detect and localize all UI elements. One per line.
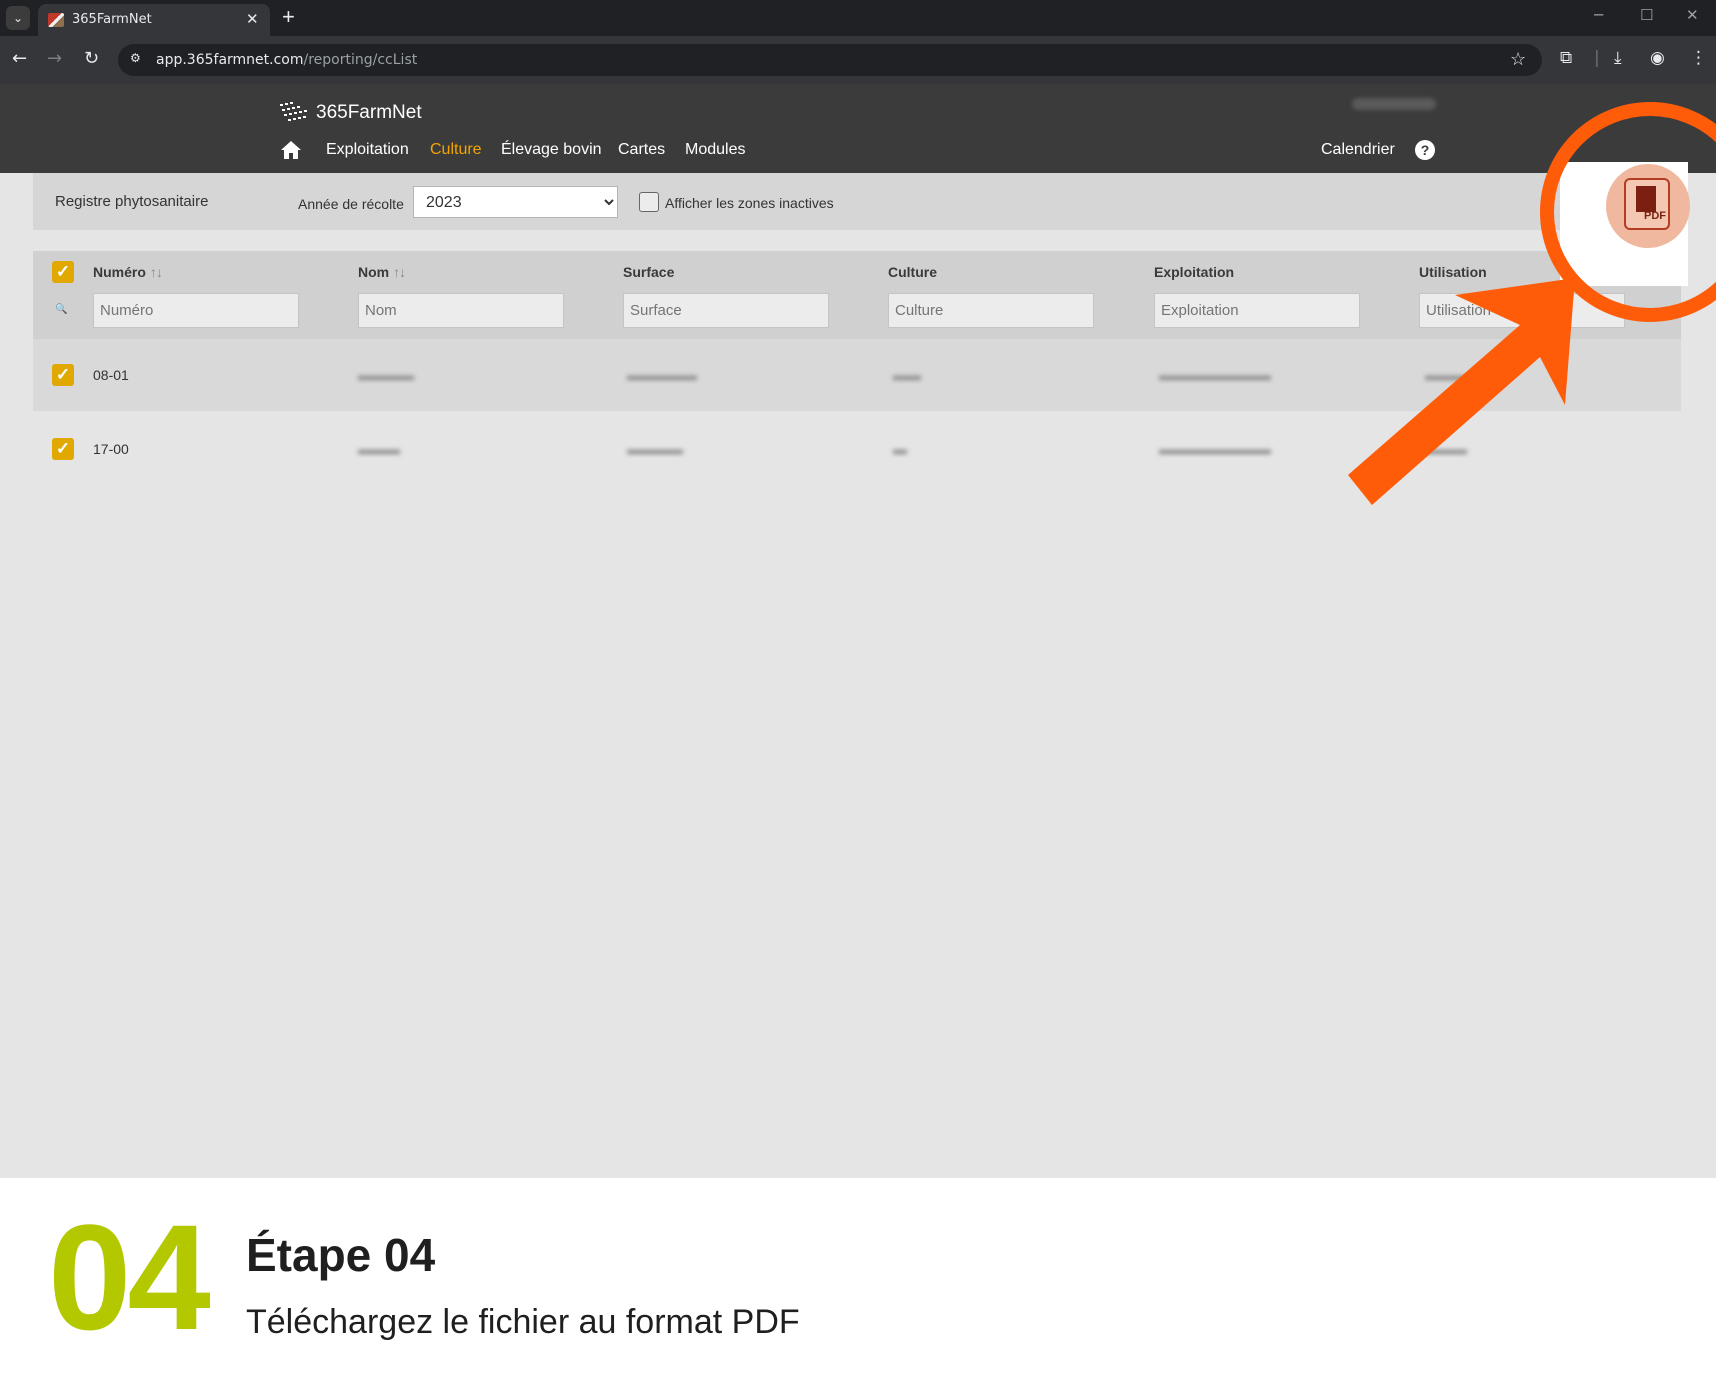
browser-toolbar: ← → ↻ ⚙ app.365farmnet.com/reporting/ccL… <box>0 36 1716 84</box>
user-name[interactable] <box>1352 98 1436 110</box>
browser-tab[interactable]: 365FarmNet ✕ <box>38 4 270 36</box>
sort-icon[interactable]: ↑↓ <box>393 264 406 280</box>
window-close-icon[interactable]: ✕ <box>1686 6 1699 24</box>
callout-arrow-icon <box>1348 278 1575 505</box>
star-icon[interactable]: ☆ <box>1510 49 1526 70</box>
favicon-icon <box>48 13 64 27</box>
tab-dropdown-icon[interactable]: ⌄ <box>6 6 30 30</box>
filter-bar: Registre phytosanitaire Année de récolte… <box>33 173 1681 230</box>
nav-culture[interactable]: Culture <box>430 141 482 159</box>
step-subtitle: Téléchargez le fichier au format PDF <box>246 1303 800 1341</box>
download-icon[interactable]: ⤓ <box>1614 48 1622 68</box>
address-bar[interactable]: ⚙ app.365farmnet.com/reporting/ccList ☆ <box>118 44 1542 76</box>
cell-numero: 08-01 <box>93 367 129 383</box>
nav-cartes[interactable]: Cartes <box>618 141 665 159</box>
cell-exploitation-redacted: ▬▬▬▬▬▬▬▬ <box>1159 367 1271 383</box>
cell-nom-redacted: ▬▬▬▬ <box>358 367 414 383</box>
page-title: Registre phytosanitaire <box>55 193 209 210</box>
tab-title: 365FarmNet <box>72 12 152 27</box>
cell-surface-redacted: ▬▬▬▬▬ <box>627 367 697 383</box>
year-select[interactable]: 2023 <box>413 186 618 218</box>
cell-surface-redacted: ▬▬▬▬ <box>627 441 683 457</box>
site-info-icon[interactable]: ⚙ <box>130 51 148 69</box>
cell-culture-redacted: ▬▬ <box>893 367 921 383</box>
step-caption: 04 Étape 04 Téléchargez le fichier au fo… <box>0 1178 1716 1392</box>
maximize-icon[interactable]: ☐ <box>1640 6 1653 24</box>
step-number: 04 <box>48 1193 211 1361</box>
step-title: Étape 04 <box>246 1229 436 1281</box>
row-checkbox[interactable]: ✓ <box>52 364 74 386</box>
new-tab-icon[interactable]: + <box>282 4 295 30</box>
inactive-zones-label[interactable]: Afficher les zones inactives <box>665 195 834 211</box>
logo-icon <box>280 102 307 121</box>
col-numero[interactable]: Numéro ↑↓ <box>93 264 163 280</box>
forward-icon[interactable]: → <box>47 48 62 69</box>
cell-culture-redacted: ▬ <box>893 441 907 457</box>
app-logo[interactable]: 365FarmNet <box>278 98 422 128</box>
nav-calendrier[interactable]: Calendrier <box>1321 141 1395 159</box>
filter-nom-input[interactable] <box>358 293 564 328</box>
filter-surface-input[interactable] <box>623 293 829 328</box>
extensions-icon[interactable]: ⧉ <box>1560 48 1572 68</box>
close-icon[interactable]: ✕ <box>246 10 259 28</box>
toolbar-divider: | <box>1594 48 1600 68</box>
col-surface: Surface <box>623 264 675 280</box>
col-exploitation: Exploitation <box>1154 264 1235 280</box>
cell-nom-redacted: ▬▬▬ <box>358 441 400 457</box>
filter-exploitation-input[interactable] <box>1154 293 1360 328</box>
url-text[interactable]: app.365farmnet.com/reporting/ccList <box>156 52 417 68</box>
cell-exploitation-redacted: ▬▬▬▬▬▬▬▬ <box>1159 441 1271 457</box>
app-header: 365FarmNet Exploitation Culture Élevage … <box>0 84 1716 173</box>
profile-icon[interactable]: ◉ <box>1650 48 1665 68</box>
nav-exploitation[interactable]: Exploitation <box>326 141 409 159</box>
year-label: Année de récolte <box>298 196 404 212</box>
filter-numero-input[interactable] <box>93 293 299 328</box>
select-all-checkbox[interactable]: ✓ <box>52 261 74 283</box>
col-nom[interactable]: Nom ↑↓ <box>358 264 406 280</box>
reload-icon[interactable]: ↻ <box>84 48 99 69</box>
filter-culture-input[interactable] <box>888 293 1094 328</box>
help-icon[interactable]: ? <box>1415 140 1435 160</box>
logo-text: 365FarmNet <box>316 102 422 123</box>
inactive-zones-checkbox[interactable] <box>639 192 659 212</box>
browser-tab-bar: ⌄ 365FarmNet ✕ + ─ ☐ ✕ <box>0 0 1716 36</box>
nav-elevage-bovin[interactable]: Élevage bovin <box>501 141 602 159</box>
col-culture: Culture <box>888 264 937 280</box>
home-icon[interactable] <box>280 140 302 160</box>
minimize-icon[interactable]: ─ <box>1594 6 1603 24</box>
row-checkbox[interactable]: ✓ <box>52 438 74 460</box>
search-icon: 🔍 <box>55 304 68 315</box>
cell-numero: 17-00 <box>93 441 129 457</box>
back-icon[interactable]: ← <box>12 48 27 69</box>
nav-modules[interactable]: Modules <box>685 141 745 159</box>
menu-icon[interactable]: ⋮ <box>1690 48 1707 68</box>
sort-icon[interactable]: ↑↓ <box>150 264 163 280</box>
